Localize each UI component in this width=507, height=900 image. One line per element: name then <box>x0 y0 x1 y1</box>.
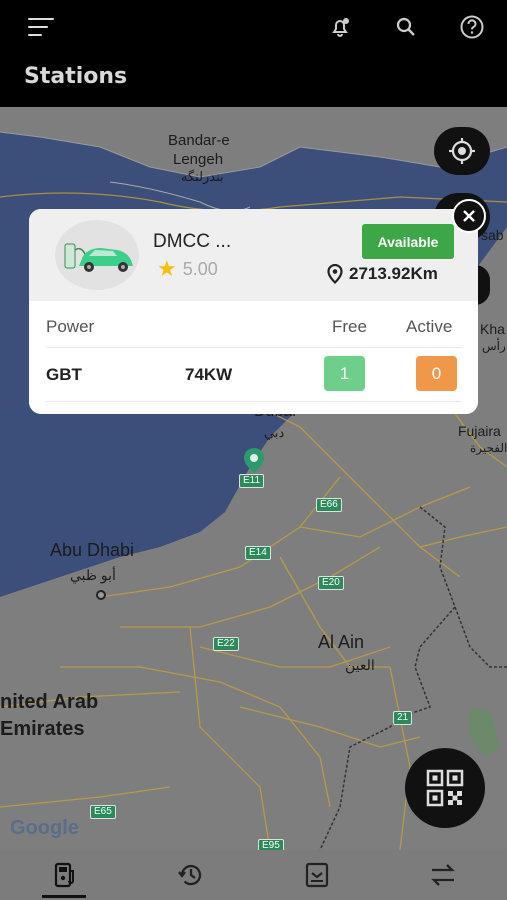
active-tab-indicator <box>42 895 86 898</box>
map-label-kha-ar: رأس <box>482 339 506 353</box>
map-label-bandar: Bandar-e <box>168 132 230 149</box>
road-badge: E65 <box>90 805 116 819</box>
map-label-lengeh: Lengeh <box>173 151 224 168</box>
history-icon <box>178 864 202 886</box>
google-logo: Google <box>10 817 79 839</box>
road-badge: E22 <box>213 637 239 651</box>
booking-icon <box>305 862 329 888</box>
rating-value: 5.00 <box>182 258 218 279</box>
road-badge: E95 <box>258 839 284 850</box>
star-icon: ★ <box>157 256 177 281</box>
station-card[interactable]: DMCC ... ★ 5.00 Available 2713.92Km Powe… <box>29 209 478 414</box>
station-rating: ★ 5.00 <box>157 256 218 282</box>
map-label-abu-dhabi-ar: أبو ظبي <box>70 567 116 583</box>
road-badge: 21 <box>393 711 413 725</box>
nav-bookings[interactable] <box>297 858 337 892</box>
map-label-abu-dhabi: Abu Dhabi <box>50 540 135 560</box>
connector-type: GBT <box>46 365 82 384</box>
column-free: Free <box>332 317 367 336</box>
qr-code-icon <box>426 769 464 807</box>
search-icon[interactable] <box>391 12 421 42</box>
map-label-uae-1: nited Arab <box>0 691 99 713</box>
road-badge: E14 <box>245 546 271 560</box>
station-name: DMCC ... <box>153 231 232 252</box>
notification-bell-icon[interactable] <box>325 12 355 42</box>
road-badge: E11 <box>239 474 265 488</box>
map-label-fujairah-ar: الفجيرة <box>470 441 507 455</box>
map-label-fujairah: Fujaira <box>458 423 501 439</box>
road-badge: E20 <box>318 576 344 590</box>
divider <box>45 401 462 402</box>
road-badge: E66 <box>316 498 342 512</box>
charging-station-icon <box>54 862 74 888</box>
column-power: Power <box>46 317 95 336</box>
map-label-lengeh-ar: بندرلنگه <box>181 169 224 184</box>
map-label-al-ain-ar: العين <box>345 657 375 673</box>
bottom-navigation <box>0 850 507 900</box>
divider <box>45 347 462 348</box>
map-label-kha: Kha <box>480 321 505 337</box>
my-location-icon <box>449 138 475 164</box>
close-icon <box>463 210 475 222</box>
close-card-button[interactable] <box>452 199 486 233</box>
column-active: Active <box>406 317 453 336</box>
abu-dhabi-marker <box>96 590 106 600</box>
help-icon[interactable] <box>457 12 487 42</box>
menu-icon[interactable] <box>28 16 56 38</box>
connector-power: 74KW <box>185 365 233 384</box>
station-avatar <box>55 220 139 290</box>
map-label-dubai-ar: دبي <box>264 425 285 440</box>
app-bar: Stations <box>0 0 507 107</box>
status-badge: Available <box>362 224 454 259</box>
nav-transactions[interactable] <box>423 858 463 892</box>
active-count: 0 <box>416 356 457 391</box>
page-title: Stations <box>24 64 128 89</box>
ev-car-icon <box>64 243 133 272</box>
distance-value: 2713.92Km <box>349 264 438 283</box>
swap-arrows-icon <box>431 864 455 886</box>
nav-history[interactable] <box>171 858 211 892</box>
station-distance: 2713.92Km <box>327 264 438 284</box>
map-label-al-ain: Al Ain <box>318 632 365 652</box>
free-count: 1 <box>324 356 365 391</box>
qr-scan-button[interactable] <box>405 748 485 828</box>
map-label-uae-2: Emirates <box>0 718 85 740</box>
location-pin-icon <box>327 264 343 284</box>
nav-stations[interactable] <box>44 858 84 892</box>
my-location-button[interactable] <box>434 127 490 175</box>
